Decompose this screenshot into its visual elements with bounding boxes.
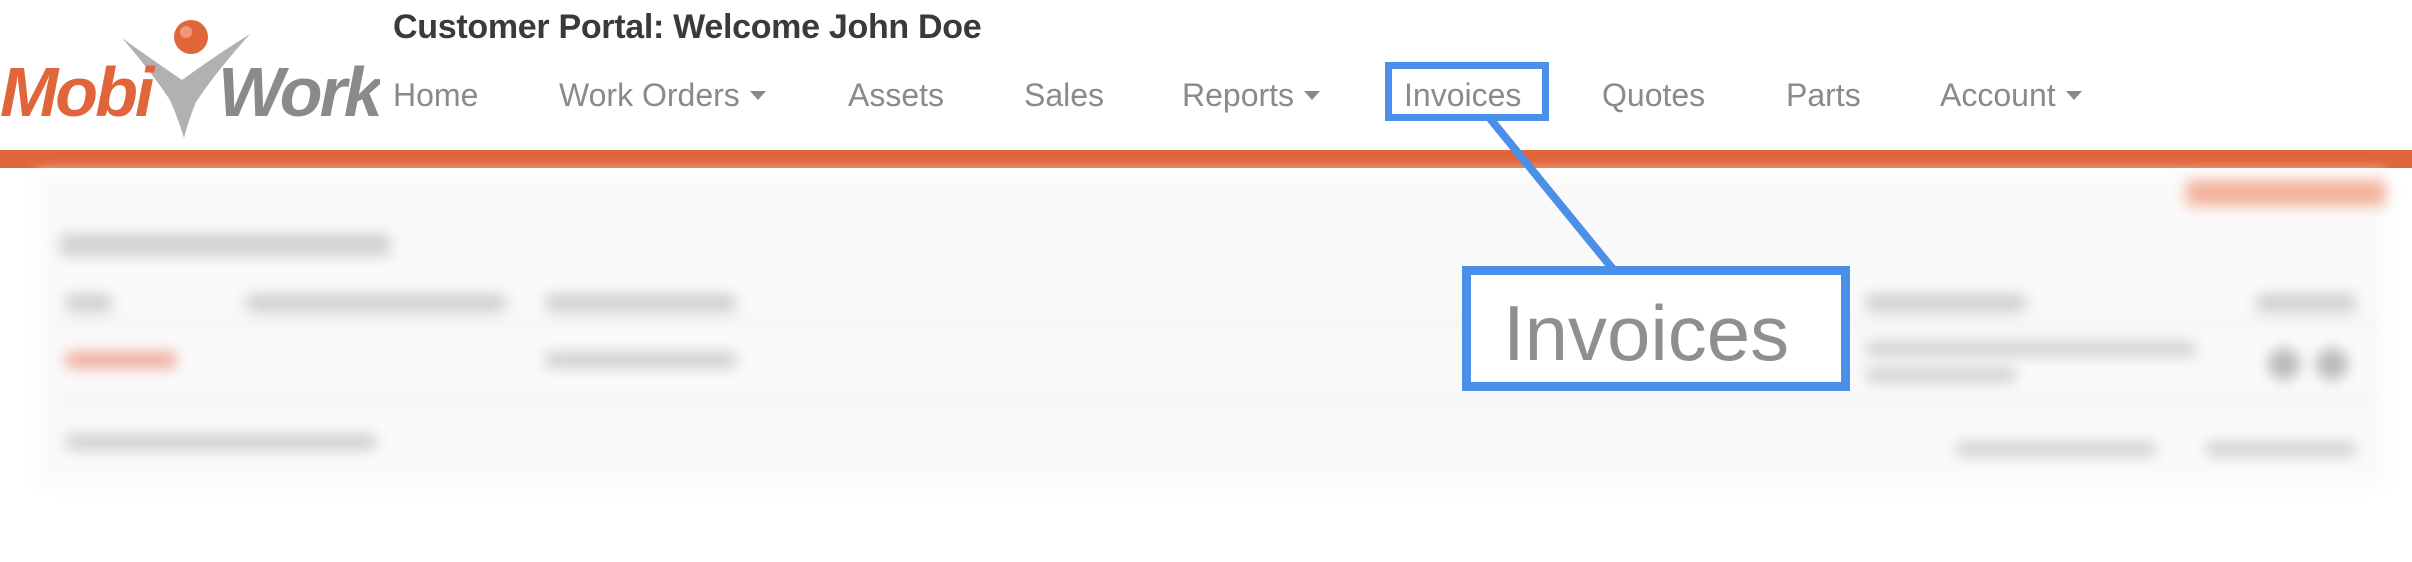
blurred-column-header xyxy=(1866,294,2026,312)
blurred-column-header xyxy=(246,294,506,312)
blurred-action-button xyxy=(2186,180,2386,206)
caret-down-icon xyxy=(1304,91,1321,101)
blurred-row-action-icon xyxy=(2316,348,2348,380)
blurred-row-action-icon xyxy=(2268,348,2300,380)
caret-down-icon xyxy=(749,91,766,101)
logo-text-mobi: Mobi xyxy=(0,53,156,131)
nav-item-assets[interactable]: Assets xyxy=(848,68,944,122)
blurred-divider xyxy=(56,400,2376,403)
nav-item-quotes[interactable]: Quotes xyxy=(1602,68,1705,122)
nav-item-label: Quotes xyxy=(1602,77,1706,113)
nav-item-label: Parts xyxy=(1786,77,1861,113)
blurred-column-header xyxy=(546,294,736,312)
blurred-column-header xyxy=(66,294,112,312)
blurred-row-cell xyxy=(1866,342,2196,356)
nav-item-reports[interactable]: Reports xyxy=(1182,68,1321,122)
blurred-row-link xyxy=(66,352,176,368)
callout-label: Invoices xyxy=(1503,289,1790,377)
logo-text-work: Work xyxy=(218,53,380,131)
mobiwork-logo-graphic: Mobi Work xyxy=(0,20,389,138)
invoices-callout-zoom: Invoices xyxy=(1462,266,1850,391)
caret-down-icon xyxy=(2065,91,2082,101)
blurred-column-header xyxy=(2256,294,2356,312)
blurred-pagination-info xyxy=(66,434,376,450)
mobiwork-logo[interactable]: Mobi Work xyxy=(0,10,389,145)
blurred-content-panel xyxy=(36,172,2386,487)
blurred-section-heading xyxy=(60,234,390,256)
nav-item-sales[interactable]: Sales xyxy=(1024,68,1104,122)
nav-item-label: Sales xyxy=(1024,77,1105,113)
invoices-highlight-box xyxy=(1385,62,1549,121)
nav-item-label: Account xyxy=(1940,77,2056,113)
portal-title: Customer Portal: Welcome John Doe xyxy=(393,8,982,46)
blurred-divider xyxy=(56,322,2376,325)
blurred-pagination-control xyxy=(2206,442,2356,456)
nav-item-parts[interactable]: Parts xyxy=(1786,68,1861,122)
nav-item-account[interactable]: Account xyxy=(1940,68,2082,122)
nav-item-home[interactable]: Home xyxy=(393,68,478,122)
blurred-row-cell xyxy=(1866,368,2016,382)
nav-item-label: Assets xyxy=(848,77,945,113)
nav-item-work-orders[interactable]: Work Orders xyxy=(559,68,766,122)
blurred-row-cell xyxy=(546,352,736,368)
nav-item-label: Home xyxy=(393,77,479,113)
header-accent-bar xyxy=(0,150,2412,168)
header: Mobi Work Customer Portal: Welcome John … xyxy=(0,0,2412,150)
nav-item-label: Work Orders xyxy=(559,77,740,113)
nav-item-label: Reports xyxy=(1182,77,1295,113)
blurred-pagination-control xyxy=(1956,442,2156,456)
